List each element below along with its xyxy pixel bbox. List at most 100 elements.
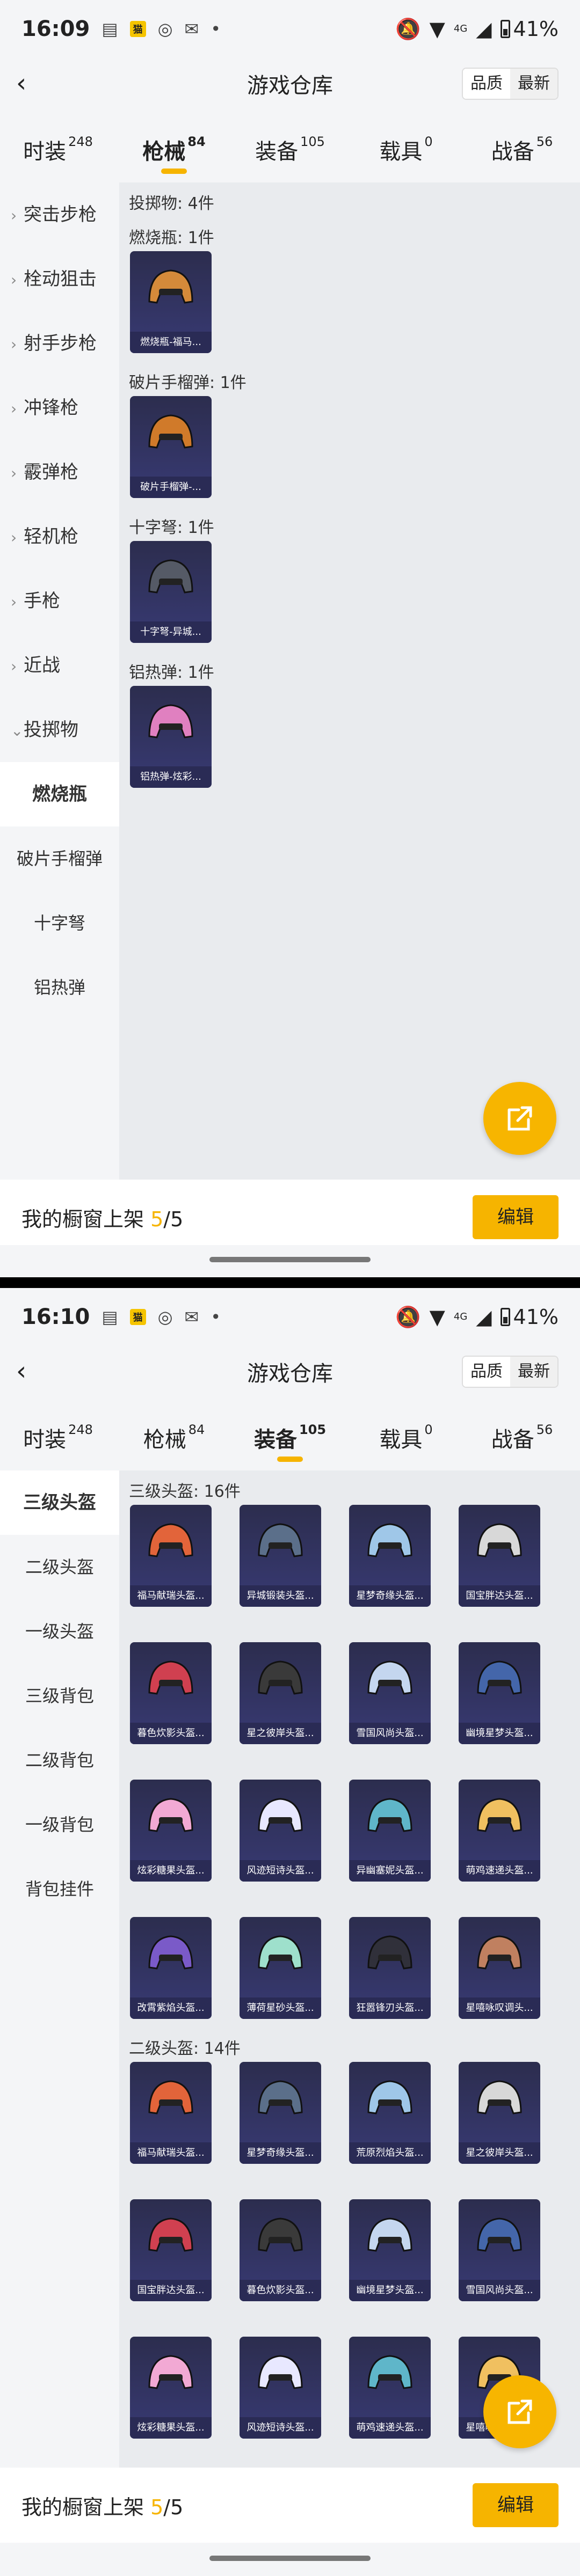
battery-level: 41%: [513, 1305, 559, 1329]
item-card[interactable]: 星梦奇缘头盔...: [349, 1505, 431, 1607]
item-thumbnail-icon: [148, 2080, 193, 2114]
item-card[interactable]: 铝热弹-炫彩...: [130, 686, 212, 788]
item-card[interactable]: 异幽塞妮头盔...: [349, 1780, 431, 1882]
tab-vehicles[interactable]: 载具 0: [348, 1406, 464, 1470]
share-button[interactable]: [483, 2375, 556, 2448]
item-card[interactable]: 幽境星梦头盔...: [459, 1642, 540, 1744]
chevron-icon: ›: [11, 335, 17, 353]
item-card[interactable]: 福马献瑞头盔...: [130, 1505, 212, 1607]
item-card[interactable]: 荒原烈焰头盔...: [349, 2062, 431, 2164]
sidebar: › 突击步枪 › 栓动狙击 › 射手步枪 › 冲锋枪 › 霰弹枪 › 轻机枪 › 手枪 › 近战 ⌄投掷物 燃烧瓶…: [0, 182, 119, 1180]
item-card[interactable]: 风迹短诗头盔...: [240, 2337, 321, 2439]
sidebar-item[interactable]: 二级背包: [0, 1728, 119, 1792]
sidebar-item[interactable]: ⌄投掷物: [0, 698, 119, 762]
wifi-icon: ▼: [429, 17, 445, 41]
edit-button[interactable]: 编辑: [473, 1195, 559, 1239]
mute-icon: 🔕: [395, 1305, 421, 1329]
sidebar-item[interactable]: 破片手榴弹: [0, 826, 119, 891]
item-name: 异幽塞妮头盔...: [349, 1860, 431, 1882]
signal-icon: ◢: [476, 17, 492, 41]
sidebar-item[interactable]: 燃烧瓶: [0, 762, 119, 826]
sidebar-item-label: 背包挂件: [25, 1879, 94, 1899]
tab-supplies[interactable]: 战备 56: [464, 1406, 580, 1470]
chevron-icon: ›: [11, 207, 17, 224]
tab-supplies[interactable]: 战备 56: [464, 118, 580, 182]
item-card[interactable]: 狂嚣锋刃头盔...: [349, 1917, 431, 2019]
tab-equipment[interactable]: 装备 105: [232, 118, 348, 182]
item-card[interactable]: 暮色炊影头盔...: [240, 2199, 321, 2301]
sort-quality-button[interactable]: 品质: [463, 1357, 510, 1387]
back-icon[interactable]: ‹: [16, 70, 43, 97]
item-card[interactable]: 雪国风尚头盔...: [349, 1642, 431, 1744]
tab-fashion[interactable]: 时装 248: [0, 1406, 116, 1470]
sidebar-item[interactable]: › 栓动狙击: [0, 247, 119, 311]
item-card[interactable]: 风迹短诗头盔...: [240, 1780, 321, 1882]
sidebar-item[interactable]: › 冲锋枪: [0, 376, 119, 440]
item-card[interactable]: 暮色炊影头盔...: [130, 1642, 212, 1744]
sidebar-item-label: 一级背包: [25, 1814, 94, 1835]
item-thumbnail-icon: [258, 1935, 303, 1970]
item-thumbnail-icon: [148, 704, 193, 738]
mail-icon: ✉: [184, 19, 199, 39]
item-card[interactable]: 破片手榴弹-...: [130, 396, 212, 498]
showcase-text: 我的橱窗上架: [21, 1207, 151, 1231]
item-card[interactable]: 薄荷星砂头盔...: [240, 1917, 321, 2019]
sidebar-item[interactable]: 背包挂件: [0, 1857, 119, 1921]
back-icon[interactable]: ‹: [16, 1358, 43, 1385]
sidebar-item[interactable]: 铝热弹: [0, 955, 119, 1020]
showcase-total: /5: [163, 1207, 184, 1231]
item-card[interactable]: 炫彩糖果头盔...: [130, 1780, 212, 1882]
sidebar-item[interactable]: 十字弩: [0, 891, 119, 955]
sidebar-item[interactable]: › 突击步枪: [0, 182, 119, 247]
tab-fashion[interactable]: 时装 248: [0, 118, 116, 182]
item-card[interactable]: 炫彩糖果头盔...: [130, 2337, 212, 2439]
item-card[interactable]: 星梦奇缘头盔...: [240, 2062, 321, 2164]
item-card[interactable]: 十字弩-异城...: [130, 541, 212, 643]
item-card[interactable]: 星嘻咏叹调头...: [459, 1917, 540, 2019]
sort-latest-button[interactable]: 最新: [510, 1357, 557, 1387]
home-indicator[interactable]: [0, 1245, 580, 1277]
dot-icon: •: [211, 1307, 221, 1327]
item-card[interactable]: 国宝胖达头盔...: [459, 1505, 540, 1607]
chevron-icon: ›: [11, 464, 17, 482]
sidebar-item[interactable]: 三级背包: [0, 1664, 119, 1728]
sidebar-item[interactable]: › 近战: [0, 633, 119, 698]
item-card[interactable]: 萌鸡速递头盔...: [459, 1780, 540, 1882]
tab-weapons[interactable]: 枪械 84: [116, 118, 232, 182]
item-thumbnail-icon: [148, 2218, 193, 2252]
item-name: 暮色炊影头盔...: [130, 1723, 212, 1744]
item-card[interactable]: 雪国风尚头盔...: [459, 2199, 540, 2301]
item-card[interactable]: 萌鸡速递头盔...: [349, 2337, 431, 2439]
sidebar-item[interactable]: 一级背包: [0, 1792, 119, 1857]
item-card[interactable]: 幽境星梦头盔...: [349, 2199, 431, 2301]
tab-equipment[interactable]: 装备 105: [232, 1406, 348, 1470]
sort-quality-button[interactable]: 品质: [463, 69, 510, 99]
sidebar-item[interactable]: › 霰弹枪: [0, 440, 119, 504]
network-label: 4G: [453, 1311, 468, 1322]
tab-count: 84: [188, 1422, 205, 1437]
item-card[interactable]: 星之彼岸头盔...: [240, 1642, 321, 1744]
status-bar: 16:09 ▤ 猫 ◎ ✉ • 🔕 ▼ 4G ◢ 41%: [0, 0, 580, 58]
sort-latest-button[interactable]: 最新: [510, 69, 557, 99]
tab-vehicles[interactable]: 载具 0: [348, 118, 464, 182]
edit-button[interactable]: 编辑: [473, 2483, 559, 2527]
sidebar-item[interactable]: 一级头盔: [0, 1599, 119, 1664]
item-card[interactable]: 燃烧瓶-福马...: [130, 251, 212, 353]
item-name: 狂嚣锋刃头盔...: [349, 1997, 431, 2019]
item-card[interactable]: 福马献瑞头盔...: [130, 2062, 212, 2164]
sidebar-item[interactable]: › 射手步枪: [0, 311, 119, 376]
item-name: 国宝胖达头盔...: [130, 2280, 212, 2301]
screen-equipment: 16:10 ▤ 猫 ◎ ✉ • 🔕 ▼ 4G ◢ 41% ‹ 游戏仓库 品质 最…: [0, 1288, 580, 2576]
sidebar-item[interactable]: › 手枪: [0, 569, 119, 633]
item-card[interactable]: 星之彼岸头盔...: [459, 2062, 540, 2164]
sidebar-item[interactable]: 三级头盔: [0, 1470, 119, 1535]
sidebar-item[interactable]: › 轻机枪: [0, 504, 119, 569]
item-card[interactable]: 改霄紫焰头盔...: [130, 1917, 212, 2019]
share-button[interactable]: [483, 1082, 556, 1155]
item-card[interactable]: 异城锻装头盔...: [240, 1505, 321, 1607]
showcase-total: /5: [163, 2495, 184, 2519]
sidebar-item[interactable]: 二级头盔: [0, 1535, 119, 1599]
home-indicator[interactable]: [0, 2544, 580, 2576]
item-card[interactable]: 国宝胖达头盔...: [130, 2199, 212, 2301]
tab-weapons[interactable]: 枪械 84: [116, 1406, 232, 1470]
